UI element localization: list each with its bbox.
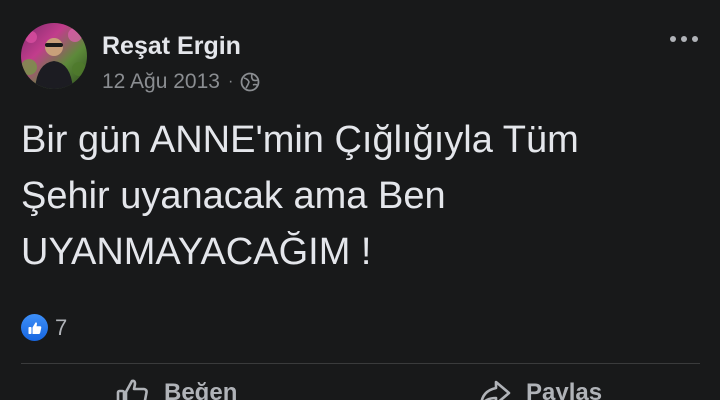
author-name[interactable]: Reşat Ergin <box>102 32 241 61</box>
globe-icon <box>240 72 260 92</box>
post-date[interactable]: 12 Ağu 2013 <box>102 70 220 94</box>
divider <box>21 363 700 364</box>
meta-separator: · <box>227 73 234 90</box>
more-options-icon[interactable] <box>664 28 704 50</box>
facebook-post: Reşat Ergin 12 Ağu 2013 · Bir gün ANNE'm… <box>0 0 720 400</box>
post-text: Bir gün ANNE'min Çığlığıyla Tüm Şehir uy… <box>21 112 701 280</box>
thumbs-up-icon <box>116 379 148 400</box>
like-button[interactable]: Beğen <box>116 378 237 400</box>
post-text-line: UYANMAYACAĞIM ! <box>21 231 372 273</box>
like-reaction-icon <box>21 314 48 341</box>
post-text-line: Şehir uyanacak ama Ben <box>21 175 446 217</box>
share-button-label: Paylaş <box>526 379 603 400</box>
author-avatar[interactable] <box>21 23 87 89</box>
reactions-summary[interactable]: 7 <box>21 314 67 341</box>
post-meta: 12 Ağu 2013 · <box>102 70 260 94</box>
share-icon <box>480 380 511 400</box>
share-button[interactable]: Paylaş <box>478 378 602 400</box>
reaction-count: 7 <box>55 314 68 340</box>
post-text-line: Bir gün ANNE'min Çığlığıyla Tüm <box>21 119 579 161</box>
like-button-label: Beğen <box>164 379 238 400</box>
